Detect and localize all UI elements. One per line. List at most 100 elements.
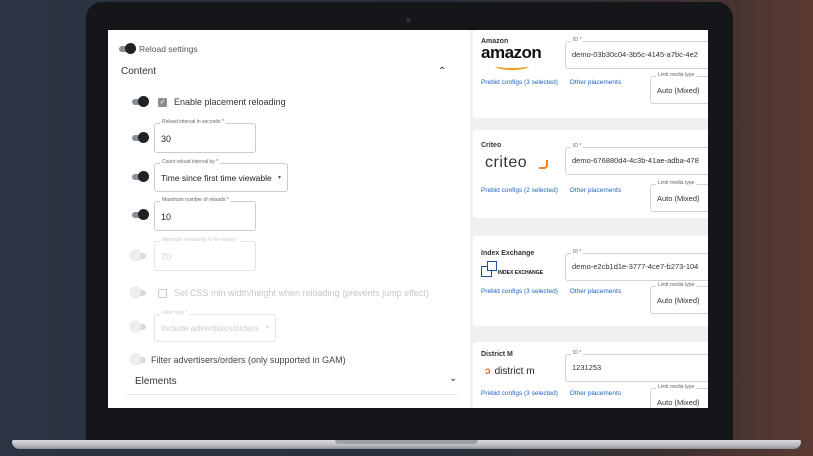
count-interval-label: Count reload interval by * [160,159,221,165]
enable-reloading-checkbox[interactable]: ✓ [158,97,167,107]
other-placements-link[interactable]: Other placements [570,288,621,295]
min-viewability-toggle[interactable] [130,250,146,261]
reload-interval-input[interactable]: Reload interval in seconds * 30 [154,119,256,153]
filter-advertisers-toggle[interactable] [130,354,146,365]
filter-type-toggle[interactable] [130,321,146,332]
bidder-id-input[interactable]: ID * 1231253 [565,350,708,382]
bidder-card-district-m: District M ↄ district m ID * 1231253 Preb… [473,342,708,408]
media-value: Auto (Mixed) [657,86,700,95]
reload-settings-toggle[interactable] [119,43,136,54]
reload-interval-toggle-row[interactable] [132,132,149,143]
filter-advertisers-row[interactable]: Filter advertisers/orders (only supporte… [130,354,346,365]
other-placements-link[interactable]: Other placements [570,79,621,86]
prebid-configs-link[interactable]: Prebid configs (3 selected) [481,390,558,397]
enable-reloading-toggle[interactable] [132,96,149,107]
content-section-title: Content [121,66,157,77]
reload-settings-row[interactable]: Reload settings [119,43,198,54]
max-reloads-input[interactable]: Maximum number of reloads * 10 [154,197,256,231]
reload-settings-panel: Reload settings Content ⌃ ✓ Enable place… [108,30,458,408]
id-value: demo-03b30c04-3b5c-4145-a7bc-4e2 [572,50,698,59]
bidder-name: Index Exchange [481,250,535,257]
bidders-panel: Amazon amazon ID * demo-03b30c04-3b5c-41… [470,30,708,408]
laptop-bezel [86,408,733,442]
ix-square-icon [487,261,497,271]
elements-section-title[interactable]: Elements [135,376,177,387]
amazon-logo: amazon [481,43,542,62]
min-viewability-value: 70 [161,252,172,262]
bidder-links: Prebid configs (3 selected) Other placem… [481,288,621,295]
chevron-up-icon[interactable]: ⌃ [438,66,446,77]
filter-type-label: Filter type * [160,310,190,316]
index-exchange-logo: INDEX EXCHANGE [481,261,561,281]
media-type-select[interactable]: Limit media type Auto (Mixed) [650,282,708,314]
id-label: ID * [571,143,584,149]
css-min-label: Set CSS min width/height when reloading … [174,288,429,298]
filter-advertisers-label: Filter advertisers/orders (only supporte… [151,355,346,365]
media-label: Limit media type [656,384,697,390]
district-m-wordmark: district m [494,366,535,377]
criteo-logo: criteo [485,154,528,171]
media-label: Limit media type [656,180,697,186]
css-min-row[interactable]: Set CSS min width/height when reloading … [130,287,429,298]
min-viewability-label: Minimum viewability % for reload * [160,237,241,243]
prebid-configs-link[interactable]: Prebid configs (2 selected) [481,187,558,194]
filter-type-select[interactable]: Filter type * Include advertisers/orders… [154,310,276,342]
count-interval-toggle[interactable] [132,171,149,182]
caret-down-icon: ▾ [265,325,269,331]
max-reloads-label: Maximum number of reloads * [160,197,231,203]
bidder-id-input[interactable]: ID * demo-03b30c04-3b5c-4145-a7bc-4e2 [565,37,708,69]
bidder-links: Prebid configs (2 selected) Other placem… [481,187,621,194]
other-placements-link[interactable]: Other placements [570,187,621,194]
bidder-name: Criteo [481,142,502,149]
bidder-card-index-exchange: Index Exchange INDEX EXCHANGE ID * demo-… [473,236,708,326]
bidder-card-criteo: Criteo criteo ID * demo-676880d4-4c3b-41… [473,130,708,218]
bidder-links: Prebid configs (3 selected) Other placem… [481,390,621,397]
prebid-configs-link[interactable]: Prebid configs (3 selected) [481,79,558,86]
media-value: Auto (Mixed) [657,398,700,407]
bidder-id-input[interactable]: ID * demo-e2cb1d1e-3777-4ce7-b273-104 [565,249,708,281]
chevron-down-icon[interactable]: ⌄ [449,373,457,384]
id-value: 1231253 [572,363,602,372]
reload-settings-label: Reload settings [139,44,198,54]
reload-interval-label: Reload interval in seconds * [160,119,226,125]
enable-reloading-row[interactable]: ✓ Enable placement reloading [132,96,286,107]
max-reloads-value: 10 [161,212,172,222]
media-label: Limit media type [656,282,697,288]
district-m-icon: ↄ [485,366,491,377]
bidder-links: Prebid configs (3 selected) Other placem… [481,79,621,86]
caret-down-icon: ▾ [277,175,281,181]
ix-wordmark: INDEX EXCHANGE [498,270,544,276]
prebid-configs-link[interactable]: Prebid configs (3 selected) [481,288,558,295]
max-reloads-toggle[interactable] [132,209,149,220]
id-value: demo-e2cb1d1e-3777-4ce7-b273-104 [572,262,699,271]
media-value: Auto (Mixed) [657,296,700,305]
reload-interval-toggle[interactable] [132,132,149,143]
enable-reloading-label: Enable placement reloading [174,97,286,107]
filter-type-value: Include advertisers/orders [161,323,259,333]
id-value: demo-676880d4-4c3b-41ae-adba-478 [572,156,699,165]
count-interval-select[interactable]: Count reload interval by * Time since fi… [154,159,288,192]
max-reloads-toggle-row[interactable] [132,209,149,220]
media-label: Limit media type [656,72,697,78]
reload-interval-value: 30 [161,134,172,144]
divider [126,394,458,395]
id-label: ID * [571,350,584,356]
id-label: ID * [571,37,584,43]
min-viewability-input[interactable]: Minimum viewability % for reload * 70 [154,237,256,271]
media-type-select[interactable]: Limit media type Auto (Mixed) [650,72,708,104]
media-value: Auto (Mixed) [657,194,700,203]
media-type-select[interactable]: Limit media type Auto (Mixed) [650,384,708,408]
district-m-logo: ↄ district m [485,366,535,377]
bidder-id-input[interactable]: ID * demo-676880d4-4c3b-41ae-adba-478 [565,143,708,175]
app-screen: Reload settings Content ⌃ ✓ Enable place… [108,30,708,408]
other-placements-link[interactable]: Other placements [570,390,621,397]
css-min-toggle[interactable] [130,287,146,298]
laptop-notch [335,440,478,444]
css-min-checkbox[interactable] [158,288,167,298]
min-viewability-toggle-row[interactable] [130,250,146,261]
count-interval-toggle-row[interactable] [132,171,149,182]
filter-type-toggle-row[interactable] [130,321,146,332]
bidder-card-amazon: Amazon amazon ID * demo-03b30c04-3b5c-41… [473,30,708,118]
media-type-select[interactable]: Limit media type Auto (Mixed) [650,180,708,212]
count-interval-value: Time since first time viewable [161,173,272,183]
